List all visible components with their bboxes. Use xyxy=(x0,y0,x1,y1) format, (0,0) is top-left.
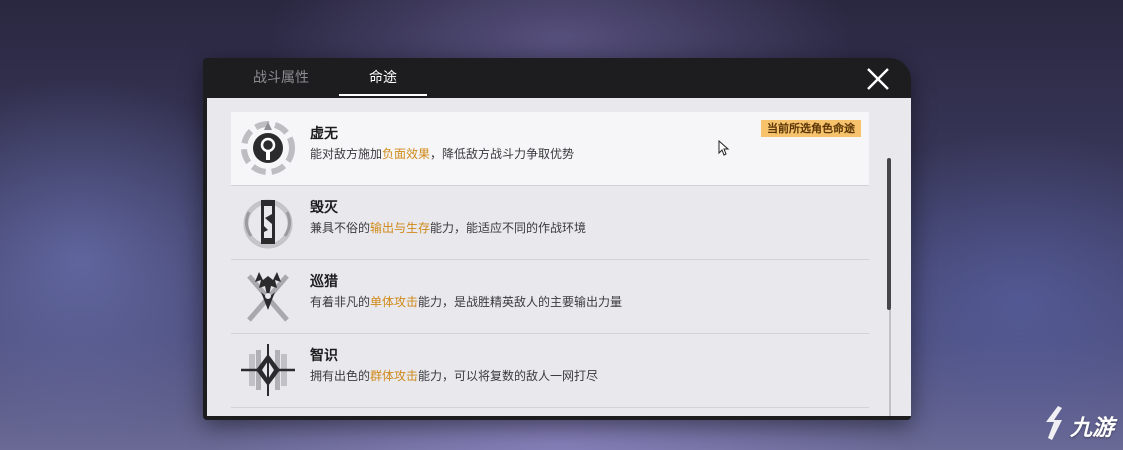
path-name: 虚无 xyxy=(310,126,338,142)
path-item-erudition[interactable]: 智识 拥有出色的群体攻击能力，可以将复数的敌人一网打尽 xyxy=(231,334,869,408)
tab-path[interactable]: 命途 xyxy=(339,58,427,98)
scrollbar-thumb[interactable] xyxy=(887,158,891,310)
path-list: 虚无 能对敌方施加负面效果，降低敌方战斗力争取优势 当前所选角色命途 毁灭 兼具… xyxy=(231,112,869,408)
path-dialog: 战斗属性 命途 虚无 能对敌方施加负面效果，降低敌方战斗力争取优势 当前所选角色… xyxy=(203,58,911,420)
path-description: 兼具不俗的输出与生存能力，能适应不同的作战环境 xyxy=(310,221,587,235)
close-icon[interactable] xyxy=(865,66,891,92)
jiuyou-logo-icon xyxy=(1046,406,1062,440)
path-item-nihility[interactable]: 虚无 能对敌方施加负面效果，降低敌方战斗力争取优势 当前所选角色命途 xyxy=(231,112,869,186)
destruction-icon xyxy=(239,192,297,252)
nihility-icon xyxy=(239,118,297,178)
path-description: 拥有出色的群体攻击能力，可以将复数的敌人一网打尽 xyxy=(310,369,599,383)
path-description: 能对敌方施加负面效果，降低敌方战斗力争取优势 xyxy=(310,147,575,161)
watermark-text: 九游 xyxy=(1070,416,1115,441)
path-item-destruction[interactable]: 毁灭 兼具不俗的输出与生存能力，能适应不同的作战环境 xyxy=(231,186,869,260)
hunt-icon xyxy=(239,266,297,326)
path-name: 巡猎 xyxy=(310,274,338,290)
path-name: 毁灭 xyxy=(310,200,338,216)
tab-bar: 战斗属性 命途 xyxy=(203,58,911,98)
current-path-badge: 当前所选角色命途 xyxy=(761,120,861,137)
path-list-area: 虚无 能对敌方施加负面效果，降低敌方战斗力争取优势 当前所选角色命途 毁灭 兼具… xyxy=(207,98,911,416)
mouse-cursor-icon xyxy=(718,139,730,156)
path-name: 智识 xyxy=(310,348,338,364)
path-description: 有着非凡的单体攻击能力，是战胜精英敌人的主要输出力量 xyxy=(310,295,623,309)
path-item-hunt[interactable]: 巡猎 有着非凡的单体攻击能力，是战胜精英敌人的主要输出力量 xyxy=(231,260,869,334)
watermark: 九游 xyxy=(1040,404,1120,444)
tab-combat-attributes[interactable]: 战斗属性 xyxy=(221,58,341,98)
erudition-icon xyxy=(239,340,297,400)
